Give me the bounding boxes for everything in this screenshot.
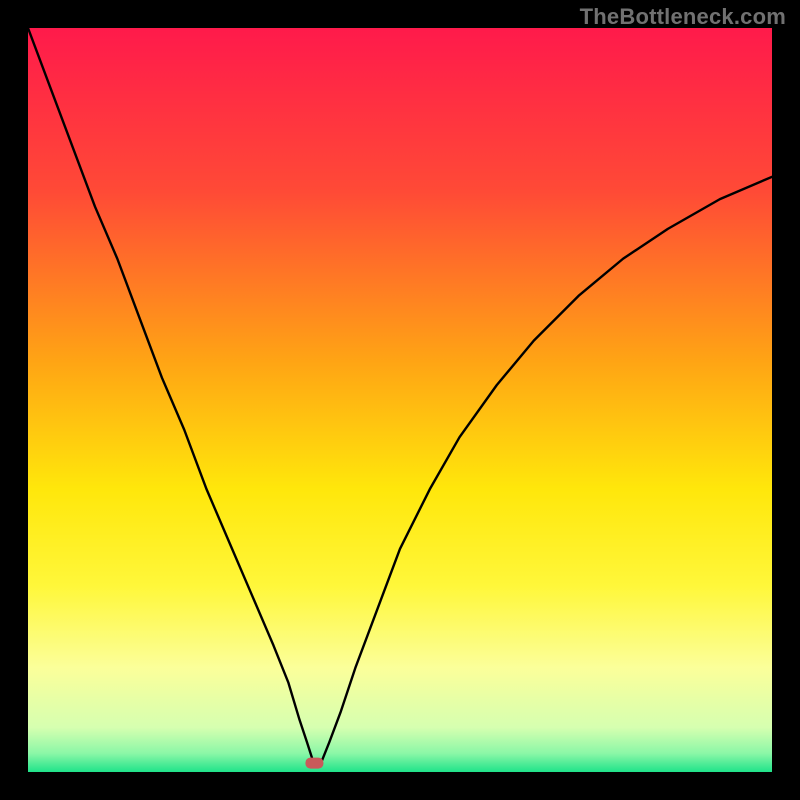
minimum-marker: [305, 758, 323, 769]
plot-area: [28, 28, 772, 772]
gradient-background: [28, 28, 772, 772]
watermark-label: TheBottleneck.com: [580, 4, 786, 30]
chart-frame: TheBottleneck.com: [0, 0, 800, 800]
chart-svg: [28, 28, 772, 772]
